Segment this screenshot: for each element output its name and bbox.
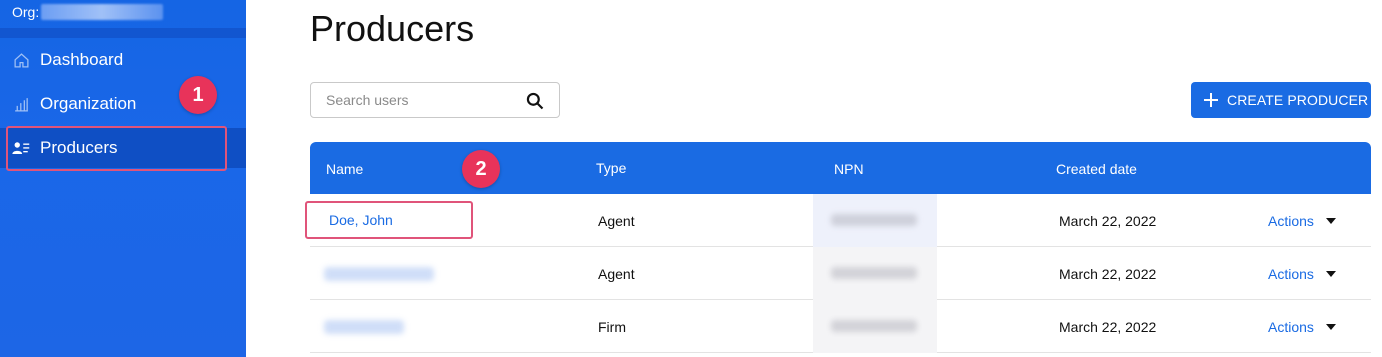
caret-down-icon — [1325, 271, 1336, 277]
home-icon — [12, 51, 30, 69]
actions-label: Actions — [1268, 213, 1314, 229]
sidebar: Org: Dashboard Organization Producers — [0, 0, 246, 357]
search-box — [310, 82, 560, 118]
plus-icon — [1203, 92, 1219, 108]
sidebar-item-dashboard[interactable]: Dashboard — [0, 40, 246, 80]
caret-down-icon — [1325, 324, 1336, 330]
column-header-type[interactable]: Type — [596, 160, 626, 176]
actions-menu[interactable]: Actions — [1268, 319, 1336, 335]
create-producer-button[interactable]: CREATE PRODUCER — [1191, 82, 1371, 118]
producer-created-date: March 22, 2022 — [1059, 266, 1157, 282]
npn-redacted — [813, 247, 937, 300]
column-header-name[interactable]: Name — [326, 161, 363, 177]
step-badge-2: 2 — [462, 150, 500, 188]
table-row: Firm March 22, 2022 Actions — [310, 300, 1371, 353]
actions-menu[interactable]: Actions — [1268, 213, 1336, 229]
sidebar-divider — [0, 28, 246, 38]
org-name-redacted — [41, 4, 164, 20]
producer-type: Firm — [598, 319, 626, 335]
actions-menu[interactable]: Actions — [1268, 266, 1336, 282]
org-selector[interactable]: Org: — [12, 4, 164, 20]
sidebar-item-label: Organization — [40, 94, 137, 113]
sidebar-item-producers[interactable]: Producers — [0, 128, 246, 168]
sidebar-item-label: Dashboard — [40, 50, 124, 69]
producer-created-date: March 22, 2022 — [1059, 213, 1157, 229]
step-badge-1: 1 — [179, 76, 217, 114]
page-title: Producers — [310, 8, 475, 49]
producer-name-link[interactable] — [324, 320, 404, 334]
caret-down-icon — [1325, 218, 1336, 224]
actions-label: Actions — [1268, 266, 1314, 282]
producer-type: Agent — [598, 266, 635, 282]
org-label: Org: — [12, 4, 40, 20]
table-row: Doe, John Agent March 22, 2022 Actions — [310, 194, 1371, 247]
users-list-icon — [12, 139, 30, 157]
npn-redacted — [813, 300, 937, 353]
actions-label: Actions — [1268, 319, 1314, 335]
bar-chart-icon — [12, 95, 30, 113]
search-input[interactable] — [326, 92, 516, 108]
search-icon[interactable] — [525, 91, 545, 111]
producer-created-date: March 22, 2022 — [1059, 319, 1157, 335]
column-header-created-date[interactable]: Created date — [1056, 161, 1137, 177]
producer-type: Agent — [598, 213, 635, 229]
create-producer-label: CREATE PRODUCER — [1227, 92, 1369, 108]
npn-redacted — [813, 194, 937, 247]
producer-name-link[interactable] — [324, 267, 434, 281]
column-header-npn[interactable]: NPN — [834, 161, 864, 177]
sidebar-item-label: Producers — [40, 138, 118, 157]
table-row: Agent March 22, 2022 Actions — [310, 247, 1371, 300]
producer-name-link[interactable]: Doe, John — [329, 212, 393, 228]
